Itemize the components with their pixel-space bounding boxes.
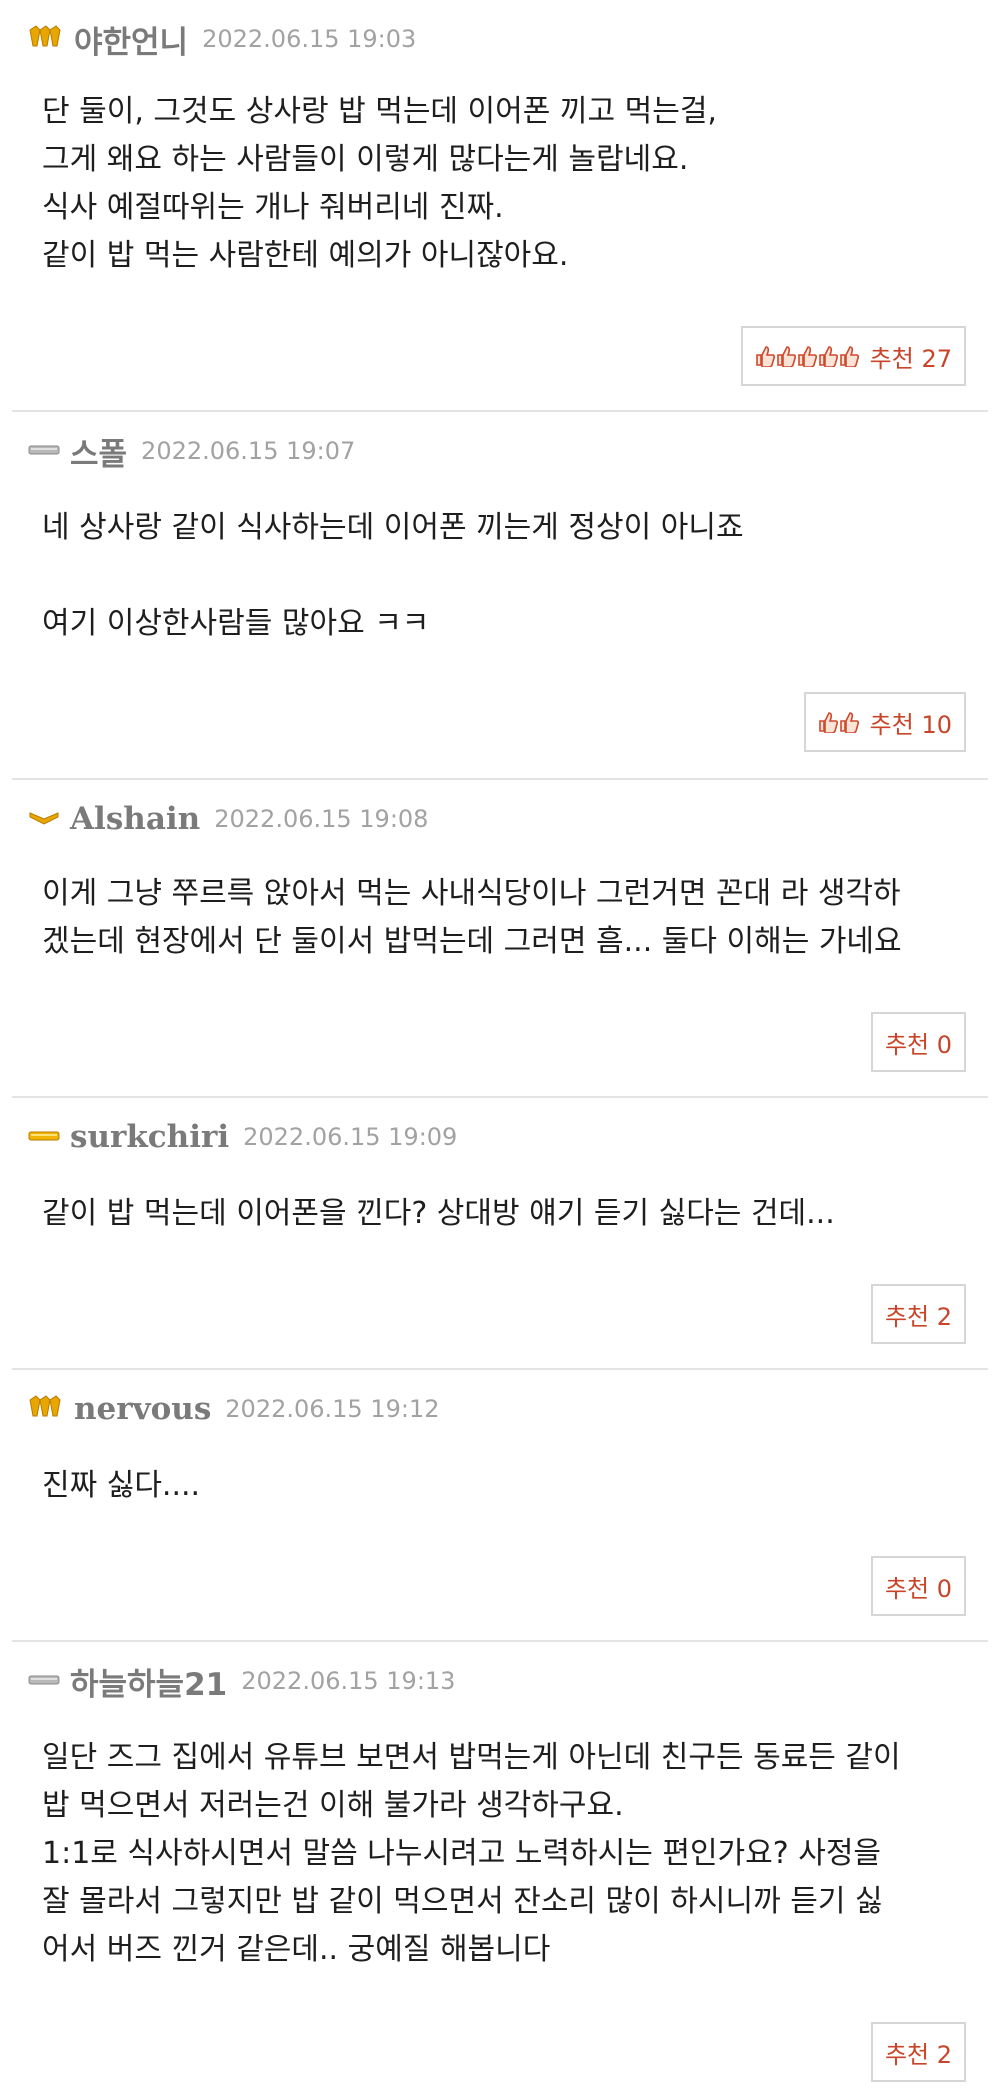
comment-item: 하늘하늘21 2022.06.15 19:13 일단 즈그 집에서 유튜브 보면… <box>12 1642 988 2096</box>
comment-date: 2022.06.15 19:12 <box>225 1395 440 1423</box>
comment-body: 같이 밥 먹는데 이어폰을 낀다? 상대방 얘기 듣기 싫다는 건데... <box>42 1190 968 1238</box>
comment-line: 같이 밥 먹는데 이어폰을 낀다? 상대방 얘기 듣기 싫다는 건데... <box>42 1196 835 1231</box>
comment-header: 스폴 2022.06.15 19:07 <box>28 426 355 476</box>
comment-date: 2022.06.15 19:07 <box>141 437 356 465</box>
comment-item: 스폴 2022.06.15 19:07 네 상사랑 같이 식사하는데 이어폰 끼… <box>12 412 988 780</box>
comment-line: 밥 먹으면서 저러는건 이해 불가라 생각하구요. <box>42 1788 624 1823</box>
recommend-button[interactable]: 추천 0 <box>870 1556 966 1616</box>
silver-bar-icon <box>28 442 60 461</box>
comment-line: 이게 그냥 쭈르륵 앉아서 먹는 사내식당이나 그런거면 꼰대 라 생각하 <box>42 876 901 911</box>
recommend-button[interactable]: 추천 2 <box>870 1284 966 1344</box>
thumbs-up-icon <box>755 345 860 367</box>
comment-body: 일단 즈그 집에서 유튜브 보면서 밥먹는게 아닌데 친구든 동료든 같이 밥 … <box>42 1734 968 1974</box>
comment-date: 2022.06.15 19:13 <box>241 1667 456 1695</box>
comment-line: 같이 밥 먹는 사람한테 예의가 아니잖아요. <box>42 238 569 273</box>
comment-line: 단 둘이, 그것도 상사랑 밥 먹는데 이어폰 끼고 먹는걸, <box>42 94 717 129</box>
comment-nickname[interactable]: 야한언니 <box>74 17 188 62</box>
comment-body: 이게 그냥 쭈르륵 앉아서 먹는 사내식당이나 그런거면 꼰대 라 생각하 겠는… <box>42 870 968 966</box>
comment-line <box>42 552 968 600</box>
comment-date: 2022.06.15 19:09 <box>243 1123 458 1151</box>
gold-triple-medal-icon <box>28 1394 64 1424</box>
gold-bar-icon <box>28 1128 60 1147</box>
comment-item: nervous 2022.06.15 19:12 진짜 싫다.... 추천 0 <box>12 1370 988 1642</box>
comment-line: 겠는데 현장에서 단 둘이서 밥먹는데 그러면 흠... 둘다 이해는 가네요 <box>42 924 902 959</box>
comment-line: 식사 예절따위는 개나 줘버리네 진짜. <box>42 190 504 225</box>
recommend-button[interactable]: 추천 2 <box>870 2022 966 2082</box>
comment-nickname[interactable]: 하늘하늘21 <box>70 1659 227 1704</box>
comment-line: 네 상사랑 같이 식사하는데 이어폰 끼는게 정상이 아니죠 <box>42 510 744 545</box>
comment-header: nervous 2022.06.15 19:12 <box>28 1384 440 1434</box>
comment-item: Alshain 2022.06.15 19:08 이게 그냥 쭈르륵 앉아서 먹… <box>12 780 988 1098</box>
thumbs-up-icon <box>818 711 860 733</box>
comment-date: 2022.06.15 19:08 <box>214 805 429 833</box>
comment-item: 야한언니 2022.06.15 19:03 단 둘이, 그것도 상사랑 밥 먹는… <box>12 0 988 412</box>
comment-line: 여기 이상한사람들 많아요 ㅋㅋ <box>42 606 430 641</box>
comment-line: 잘 몰라서 그렇지만 밥 같이 먹으면서 잔소리 많이 하시니까 듣기 싫 <box>42 1884 883 1919</box>
comment-line: 어서 버즈 낀거 같은데.. 궁예질 해봅니다 <box>42 1932 551 1967</box>
comment-header: surkchiri 2022.06.15 19:09 <box>28 1112 457 1162</box>
gold-triple-medal-icon <box>28 24 64 54</box>
comment-nickname[interactable]: Alshain <box>70 801 200 837</box>
comment-item: surkchiri 2022.06.15 19:09 같이 밥 먹는데 이어폰을… <box>12 1098 988 1370</box>
comment-header: Alshain 2022.06.15 19:08 <box>28 794 428 844</box>
comment-line: 그게 왜요 하는 사람들이 이렇게 많다는게 놀랍네요. <box>42 142 689 177</box>
gold-chevron-icon <box>28 807 60 831</box>
comment-body: 네 상사랑 같이 식사하는데 이어폰 끼는게 정상이 아니죠 여기 이상한사람들… <box>42 504 968 648</box>
silver-bar-icon <box>28 1672 60 1691</box>
comment-header: 야한언니 2022.06.15 19:03 <box>28 14 416 64</box>
recommend-button[interactable]: 추천 27 <box>740 326 966 386</box>
comment-line: 1:1로 식사하시면서 말씀 나누시려고 노력하시는 편인가요? 사정을 <box>42 1836 882 1871</box>
recommend-label: 추천 0 <box>884 1030 952 1059</box>
comment-date: 2022.06.15 19:03 <box>202 25 417 53</box>
recommend-label: 추천 0 <box>884 1574 952 1603</box>
comment-line: 진짜 싫다.... <box>42 1468 201 1503</box>
recommend-button[interactable]: 추천 0 <box>870 1012 966 1072</box>
recommend-label: 추천 2 <box>884 1302 952 1331</box>
recommend-label: 추천 27 <box>869 344 952 373</box>
comment-body: 진짜 싫다.... <box>42 1462 968 1510</box>
comment-line: 일단 즈그 집에서 유튜브 보면서 밥먹는게 아닌데 친구든 동료든 같이 <box>42 1740 901 1775</box>
recommend-button[interactable]: 추천 10 <box>803 692 966 752</box>
recommend-label: 추천 2 <box>884 2040 952 2069</box>
comment-nickname[interactable]: surkchiri <box>70 1119 229 1155</box>
comment-header: 하늘하늘21 2022.06.15 19:13 <box>28 1656 455 1706</box>
recommend-label: 추천 10 <box>869 710 952 739</box>
comment-nickname[interactable]: nervous <box>74 1391 211 1427</box>
comment-body: 단 둘이, 그것도 상사랑 밥 먹는데 이어폰 끼고 먹는걸, 그게 왜요 하는… <box>42 88 968 280</box>
comment-nickname[interactable]: 스폴 <box>70 429 127 474</box>
